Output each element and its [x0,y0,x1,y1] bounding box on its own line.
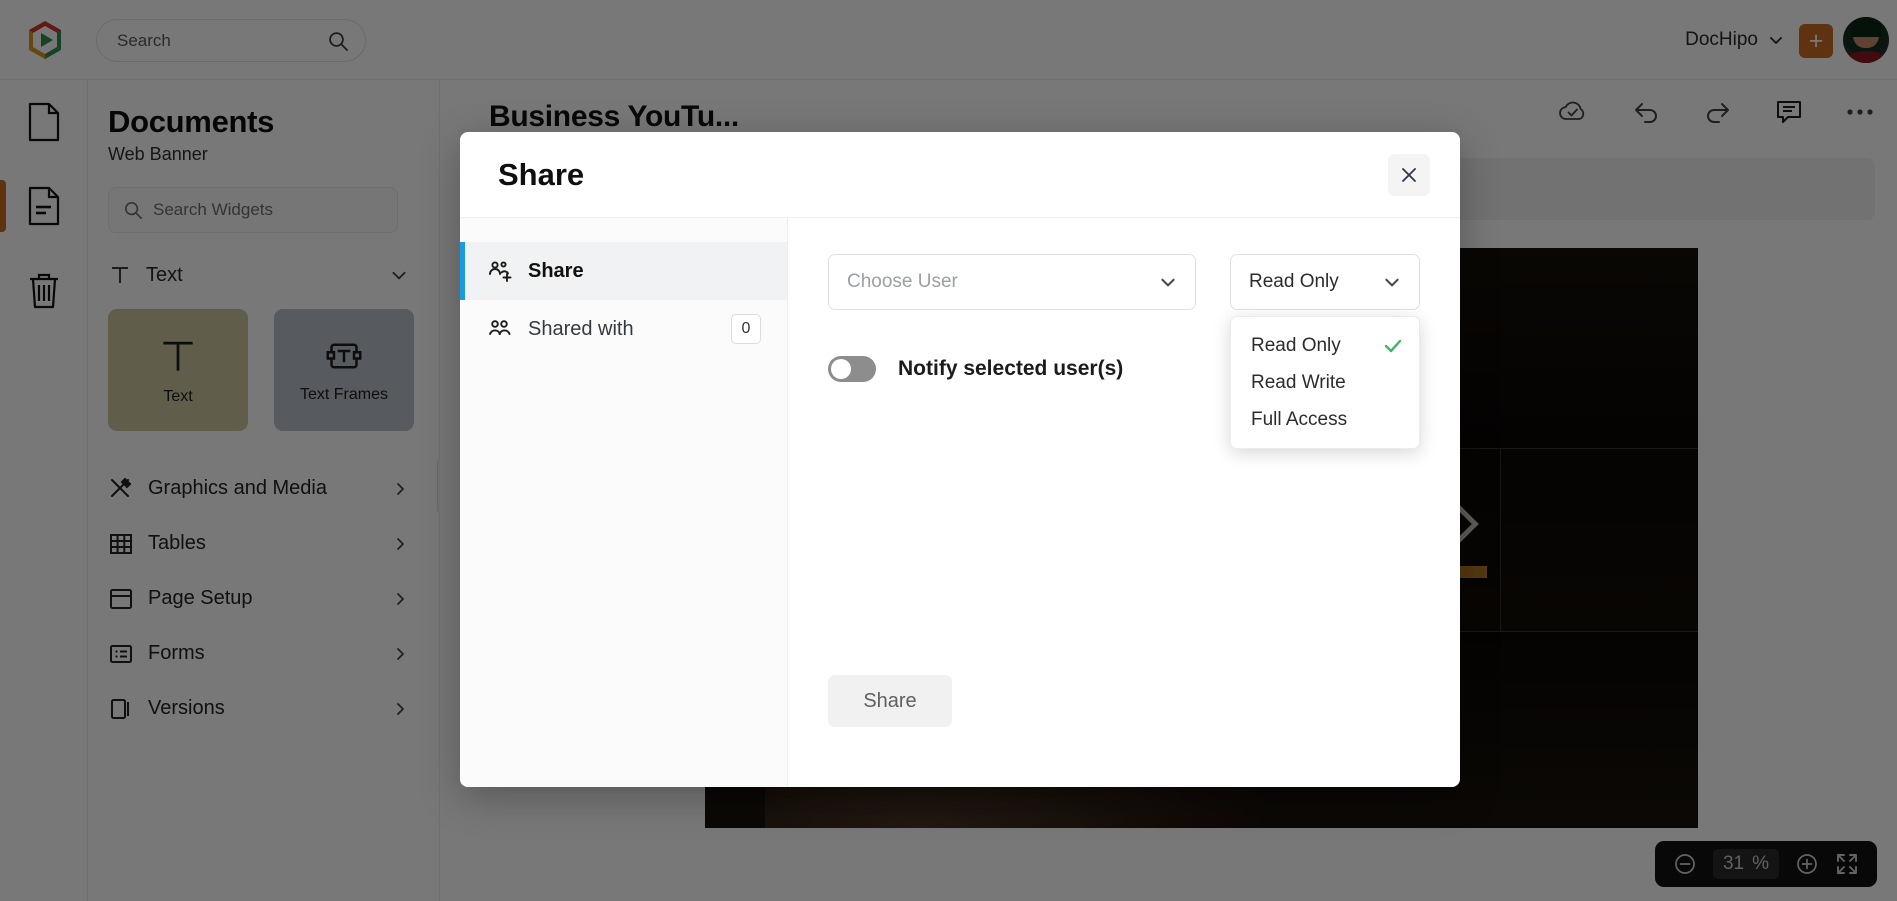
chevron-down-icon [1159,273,1177,291]
tab-share[interactable]: Share [460,242,787,300]
people-icon [488,318,514,340]
check-icon [1383,336,1403,356]
permission-option-read-only[interactable]: Read Only [1231,327,1419,364]
tab-shared-with[interactable]: Shared with 0 [460,300,787,358]
app-root: Search DocHipo + [0,0,1897,901]
share-modal-tabs: Share Shared with 0 [460,218,788,787]
permission-select-value: Read Only [1249,271,1339,292]
share-modal-header: Share [460,132,1460,217]
permission-select[interactable]: Read Only [1230,254,1420,310]
chevron-down-icon [1383,273,1401,291]
close-icon [1399,165,1419,185]
notify-toggle-knob [831,359,851,379]
notify-label: Notify selected user(s) [898,357,1124,380]
permission-option-read-write[interactable]: Read Write [1231,364,1419,401]
share-modal-title: Share [498,156,585,192]
share-modal-body: Share Shared with 0 Choose User Read Onl… [460,217,1460,787]
choose-user-placeholder: Choose User [847,271,958,292]
permission-option-label: Read Only [1251,334,1341,356]
notify-toggle[interactable] [828,356,876,382]
permission-dropdown-menu: Read Only Read Write Full Access [1230,316,1420,449]
tab-share-label: Share [528,259,584,282]
share-submit-button[interactable]: Share [828,675,952,727]
shared-with-count-badge: 0 [731,314,761,344]
permission-option-full-access[interactable]: Full Access [1231,401,1419,438]
share-modal-main: Choose User Read Only Read Only Read Wri… [788,218,1460,787]
permission-select-wrap: Read Only Read Only Read Write Full Acce… [1230,254,1420,449]
choose-user-select[interactable]: Choose User [828,254,1196,310]
share-controls-row: Choose User Read Only Read Only Read Wri… [828,254,1420,449]
permission-option-label: Full Access [1251,408,1348,430]
share-modal: Share Share Shared with 0 Choose User Re… [460,132,1460,787]
tab-shared-with-label: Shared with [528,317,634,340]
person-add-icon [488,260,514,282]
close-button[interactable] [1388,154,1430,196]
share-submit-label: Share [863,689,917,712]
permission-option-label: Read Write [1251,371,1346,393]
